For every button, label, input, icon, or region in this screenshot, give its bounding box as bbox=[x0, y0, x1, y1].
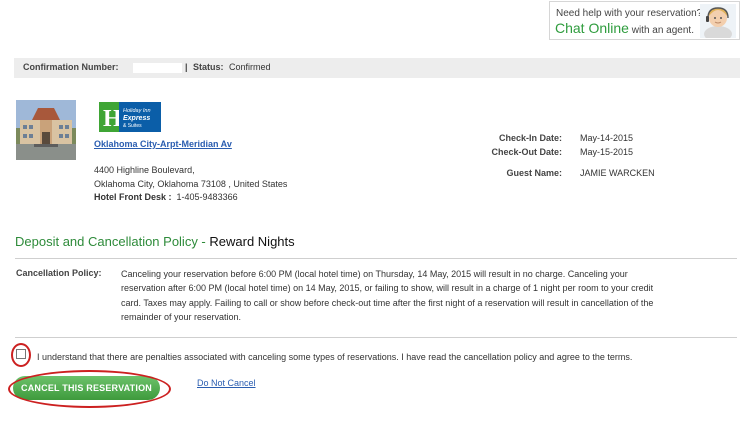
logo-text-3: & Suites bbox=[123, 123, 142, 129]
check-in-label: Check-In Date: bbox=[498, 133, 562, 143]
chat-online-banner[interactable]: Need help with your reservation? Chat On… bbox=[549, 1, 740, 40]
check-out-value: May-15-2015 bbox=[580, 147, 634, 157]
hotel-address-line1: 4400 Highline Boulevard, bbox=[94, 165, 195, 175]
chat-online-link[interactable]: Chat Online with an agent. bbox=[555, 20, 694, 36]
policy-title: Deposit and Cancellation Policy - Reward… bbox=[15, 234, 295, 249]
policy-title-main: Deposit and Cancellation Policy - bbox=[15, 234, 210, 249]
hotel-brand-logo: H Holiday Inn Express & Suites bbox=[99, 102, 161, 132]
front-desk-label: Hotel Front Desk : bbox=[94, 192, 172, 202]
agree-terms-text: I understand that there are penalties as… bbox=[37, 352, 633, 362]
check-out-label: Check-Out Date: bbox=[491, 147, 562, 157]
guest-name-label: Guest Name: bbox=[506, 168, 562, 178]
separator: | bbox=[185, 62, 188, 72]
status-value: Confirmed bbox=[229, 62, 271, 72]
confirmation-bar: Confirmation Number: | Status: Confirmed bbox=[14, 58, 740, 78]
check-in-value: May-14-2015 bbox=[580, 133, 634, 143]
hotel-front-desk: Hotel Front Desk : 1-405-9483366 bbox=[94, 192, 238, 202]
guest-name-value: JAMIE WARCKEN bbox=[580, 168, 655, 178]
status-label: Status: bbox=[193, 62, 224, 72]
logo-text-1: Holiday Inn bbox=[123, 108, 151, 114]
chat-agent-label: with an agent. bbox=[628, 25, 694, 36]
hotel-photo bbox=[16, 100, 76, 160]
hotel-address-line2: Oklahoma City, Oklahoma 73108 , United S… bbox=[94, 179, 288, 189]
chat-online-label: Chat Online bbox=[555, 20, 629, 36]
divider bbox=[15, 337, 737, 338]
hotel-name-link[interactable]: Oklahoma City-Arpt-Meridian Av bbox=[94, 139, 232, 149]
confirmation-number-label: Confirmation Number: bbox=[23, 62, 119, 72]
cancellation-policy-label: Cancellation Policy: bbox=[16, 268, 102, 278]
cancellation-policy-text: Canceling your reservation before 6:00 P… bbox=[121, 269, 654, 323]
confirmation-number-value bbox=[133, 63, 182, 73]
policy-title-suffix: Reward Nights bbox=[209, 234, 295, 249]
support-agent-avatar-icon bbox=[700, 4, 736, 38]
annotation-circle-cancel-button bbox=[8, 370, 171, 408]
divider bbox=[15, 258, 737, 259]
do-not-cancel-link[interactable]: Do Not Cancel bbox=[197, 378, 256, 388]
chat-help-text: Need help with your reservation? bbox=[556, 8, 703, 19]
front-desk-phone: 1-405-9483366 bbox=[176, 192, 238, 202]
logo-text-2: Express bbox=[123, 115, 150, 122]
annotation-circle-checkbox bbox=[11, 343, 31, 367]
